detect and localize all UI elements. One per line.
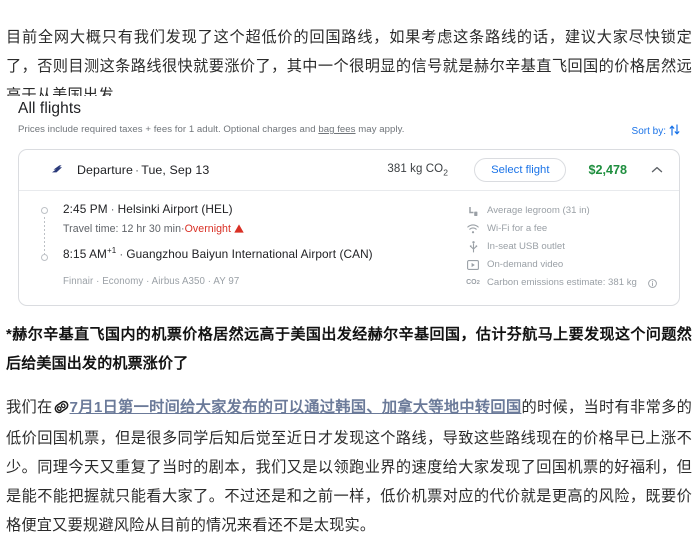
warning-triangle-icon: [234, 223, 244, 238]
video-icon: [467, 260, 479, 270]
amenity-usb: In-seat USB outlet: [467, 239, 667, 255]
disclaimer-suffix: may apply.: [355, 124, 405, 135]
amenity-legroom: Average legroom (31 in): [467, 203, 667, 219]
select-flight-button[interactable]: Select flight: [474, 158, 567, 182]
july-first-route-link[interactable]: 7月1日第一时间给大家发布的可以通过韩国、加拿大等地中转回国: [70, 399, 522, 416]
amenity-wifi: Wi-Fi for a fee: [467, 221, 667, 237]
amenities-list: Average legroom (31 in) Wi-Fi for a fee: [466, 201, 667, 293]
wifi-icon: [467, 224, 479, 234]
arrival-time: 8:15 AM: [63, 246, 107, 261]
departure-date: Tue, Sep 13: [141, 163, 210, 177]
flights-subheader-row: Prices include required taxes + fees for…: [18, 123, 680, 139]
all-flights-title: All flights: [18, 100, 82, 117]
disclaimer-prefix: Prices include required taxes + fees for…: [18, 124, 319, 135]
flights-header: All flights Prices include required taxe…: [0, 96, 698, 139]
aircraft-info-row: Finnair · Economy · Airbus A350 · AY 97: [63, 275, 240, 287]
co2-emissions-summary: 381 kg CO2: [387, 163, 448, 177]
departure-label: Departure: [77, 163, 133, 177]
info-icon[interactable]: [647, 278, 657, 288]
arrival-day-offset: +1: [106, 246, 117, 255]
label-separator: ·: [135, 163, 140, 177]
sort-by-control[interactable]: Sort by:: [632, 123, 680, 139]
closing-prefix: 我们在: [6, 399, 53, 417]
departure-row: 2:45 PM · Helsinki Airport (HEL): [63, 201, 467, 217]
amenity-video: On-demand video: [467, 257, 667, 273]
flight-price: $2,478: [588, 163, 627, 177]
finnair-logo-icon: [37, 164, 63, 176]
leg-timeline: [41, 207, 51, 261]
closing-paragraph: 我们在 7月1日第一时间给大家发布的可以通过韩国、加拿大等地中转回国的时候，当时…: [6, 393, 692, 540]
row-separator: ·: [110, 202, 115, 216]
amenity-label: Wi-Fi for a fee: [487, 223, 548, 234]
sort-by-label: Sort by:: [631, 126, 666, 137]
bag-fees-link[interactable]: bag fees: [318, 124, 355, 135]
price-disclaimer: Prices include required taxes + fees for…: [18, 123, 404, 136]
timeline-dot-departure: [41, 207, 48, 214]
amenity-carbon-emissions: CO 2 Carbon emissions estimate: 381 kg: [466, 275, 667, 291]
amenity-label: On-demand video: [487, 259, 564, 270]
arrival-row: 8:15 AM+1 · Guangzhou Baiyun International…: [63, 243, 467, 262]
row-separator: ·: [119, 246, 124, 261]
timeline-dot-arrival: [41, 254, 48, 261]
usb-icon: [467, 241, 479, 253]
departure-time: 2:45 PM: [63, 202, 108, 216]
note-paragraph: *赫尔辛基直飞国内的机票价格居然远高于美国出发经赫尔辛基回国，估计芬航马上要发现…: [6, 326, 692, 372]
legroom-icon: [467, 206, 479, 217]
chevron-up-icon: [651, 161, 663, 179]
amenity-label: Carbon emissions estimate: 381 kg: [487, 277, 637, 288]
co2-value: 381 kg CO: [387, 162, 444, 175]
collapse-card-button[interactable]: [647, 161, 667, 179]
overnight-label: Overnight: [184, 223, 231, 235]
flight-card-body: 2:45 PM · Helsinki Airport (HEL) Travel ti…: [19, 191, 679, 305]
amenity-label: In-seat USB outlet: [487, 241, 565, 252]
flight-card-header[interactable]: Departure · Tue, Sep 13 381 kg CO2 Select …: [19, 150, 679, 190]
timeline-line: [44, 217, 45, 254]
google-flights-screenshot: All flights Prices include required taxe…: [0, 96, 698, 306]
closing-suffix: 的时候，当时有非常多的低价回国机票，但是很多同学后知后觉至近日才发现这个路线，导…: [6, 399, 692, 535]
departure-airport: Helsinki Airport (HEL): [117, 202, 233, 216]
travel-time-row: Travel time: 12 hr 30 min·Overnight: [63, 222, 467, 238]
co2-subscript: 2: [443, 167, 449, 178]
arrival-airport: Guangzhou Baiyun International Airport (…: [126, 246, 373, 261]
flight-leg-details: 2:45 PM · Helsinki Airport (HEL) Travel ti…: [37, 201, 467, 293]
travel-time-label: Travel time: 12 hr 30 min: [63, 223, 182, 235]
co2-icon: CO 2: [466, 279, 480, 286]
sort-arrows-icon: [669, 124, 680, 139]
departure-summary: Departure · Tue, Sep 13: [77, 163, 209, 177]
flight-result-card[interactable]: Departure · Tue, Sep 13 381 kg CO2 Select …: [18, 149, 680, 306]
link-icon: [54, 395, 69, 424]
amenity-label: Average legroom (31 in): [487, 205, 590, 216]
